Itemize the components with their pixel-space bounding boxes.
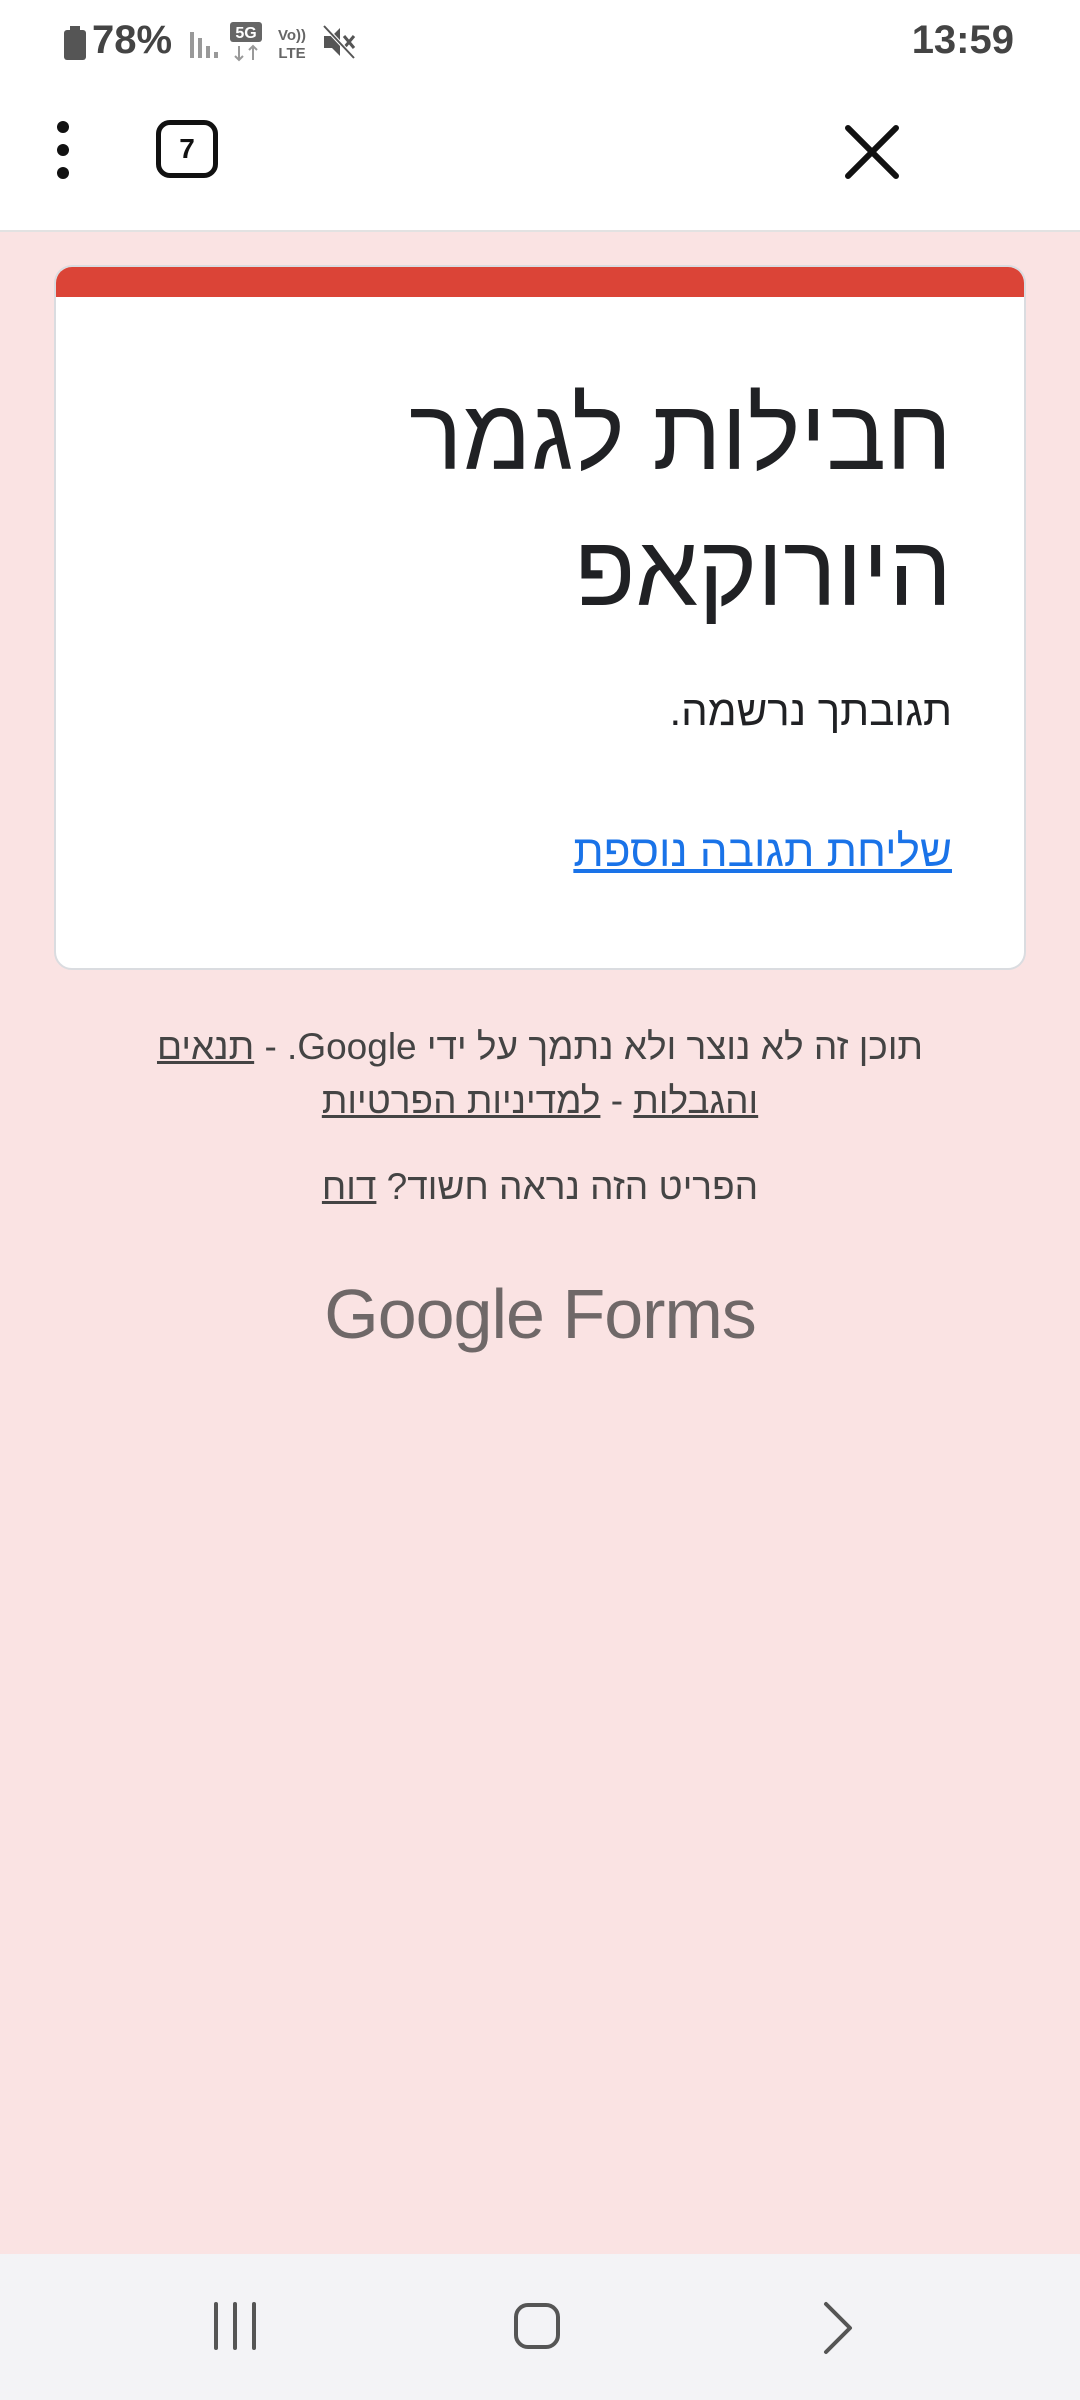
volte-label-bottom: LTE [278, 45, 305, 62]
disclaimer-separator: - [610, 1080, 624, 1121]
status-bar: 78% 5G Vo)) LTE 13:59 [0, 0, 1080, 88]
form-confirmation-card: חבילות לגמר היורוקאפ תגובתך נרשמה. שליחת… [54, 265, 1026, 970]
report-line: הפריט הזה נראה חשוד? דוח [100, 1166, 980, 1208]
home-icon[interactable] [512, 2300, 562, 2352]
battery-percentage: 78% [92, 18, 173, 62]
logo-google: Google [324, 1275, 545, 1353]
network-label: 5G [235, 25, 256, 42]
system-nav-bar [0, 2254, 1080, 2400]
privacy-link[interactable]: למדיניות הפרטיות [322, 1080, 601, 1121]
report-question: הפריט הזה נראה חשוד? [386, 1166, 759, 1207]
confirmation-message: תגובתך נרשמה. [669, 687, 952, 734]
logo-forms: Forms [562, 1275, 756, 1353]
google-forms-logo[interactable]: Google Forms [0, 1274, 1080, 1354]
clock: 13:59 [911, 18, 1014, 62]
browser-toolbar: 7 [0, 88, 1080, 232]
network-5g-icon: 5G [230, 22, 262, 62]
mute-icon [322, 24, 356, 60]
report-link[interactable]: דוח [322, 1166, 376, 1207]
disclaimer-text: תוכן זה לא נוצר ולא נתמך על ידי Google. … [264, 1026, 923, 1067]
recent-apps-icon[interactable] [210, 2300, 260, 2352]
tab-count: 7 [179, 133, 195, 164]
battery-icon [64, 26, 86, 60]
more-vert-icon[interactable] [40, 118, 86, 182]
volte-label-top: Vo)) [278, 27, 306, 44]
submit-another-response-link[interactable]: שליחת תגובה נוספת [573, 827, 952, 877]
volte-icon: Vo)) LTE [278, 27, 306, 62]
disclaimer: תוכן זה לא נוצר ולא נתמך על ידי Google. … [100, 1020, 980, 1128]
tab-switcher-icon[interactable]: 7 [156, 120, 218, 178]
back-icon[interactable] [820, 2300, 856, 2356]
signal-icon [190, 32, 218, 58]
form-title: חבילות לגמר היורוקאפ [409, 379, 952, 627]
close-icon[interactable] [842, 122, 902, 182]
card-accent-bar [56, 267, 1024, 297]
